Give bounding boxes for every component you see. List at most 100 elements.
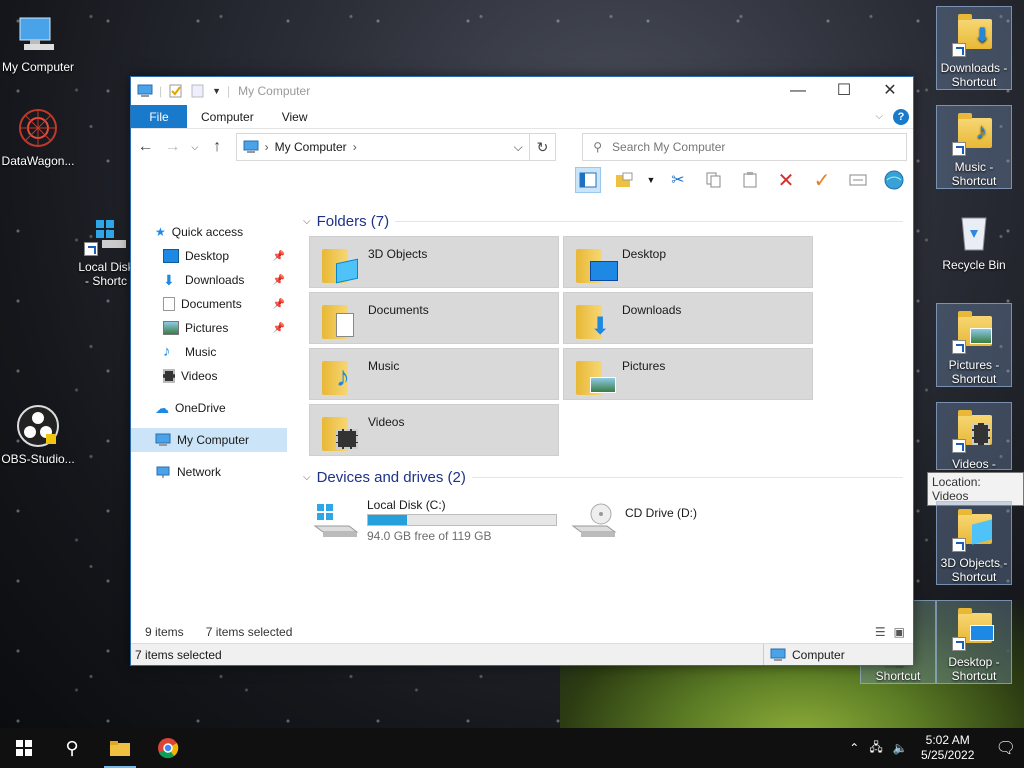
customize-toolbar-dropdown[interactable]: ▼ — [212, 86, 221, 96]
desktop-icon-obs[interactable]: OBS-Studio... — [0, 398, 76, 466]
desktop-icon-local-disk[interactable]: Local Disk - Shortc — [76, 206, 136, 288]
search-box[interactable]: ⚲ Search My Computer — [582, 133, 907, 161]
minimize-button[interactable]: — — [775, 77, 821, 105]
nav-item-music[interactable]: ♪ Music — [131, 340, 289, 364]
taskbar: ⚲ ⌃ 🖧 🔈 5:02 AM 5/25/2022 🗨 — [0, 728, 1024, 768]
desktop-icon-pictures-shortcut[interactable]: Pictures - Shortcut — [936, 303, 1012, 387]
dropdown-icon[interactable]: ▼ — [647, 167, 656, 193]
search-button[interactable]: ⚲ — [48, 728, 96, 768]
folder-name: Pictures — [622, 359, 666, 373]
notification-icon[interactable]: 🗨 — [996, 738, 1016, 758]
computer-icon — [155, 433, 171, 447]
drive-list: Local Disk (C:) 94.0 GB free of 119 GB C… — [297, 496, 913, 544]
nav-label: Videos — [181, 369, 218, 383]
navigation-pane: ★ Quick access Desktop 📌 ⬇ Downloads 📌 D… — [131, 204, 289, 621]
nav-label: Network — [177, 465, 222, 479]
group-header-devices[interactable]: ⌵ Devices and drives (2) — [297, 464, 913, 490]
address-bar[interactable]: › My Computer › ⌵ — [235, 133, 530, 161]
tab-computer[interactable]: Computer — [187, 105, 268, 128]
explorer-window: | ▼ | My Computer — ☐ ✕ File Computer Vi… — [130, 76, 914, 666]
folder-tile-documents[interactable]: Documents — [309, 292, 559, 344]
folder-tile-music[interactable]: ♪ Music — [309, 348, 559, 400]
desktop-icon-label: OBS-Studio... — [1, 452, 75, 466]
desktop-icon-3d-objects-shortcut[interactable]: 3D Objects - Shortcut — [936, 501, 1012, 585]
nav-onedrive[interactable]: ☁ OneDrive — [131, 396, 289, 420]
search-placeholder: Search My Computer — [612, 140, 726, 154]
film-icon — [163, 369, 175, 383]
desktop-icon-videos-shortcut[interactable]: Videos - — [936, 402, 1012, 471]
nav-item-downloads[interactable]: ⬇ Downloads 📌 — [131, 268, 289, 292]
maximize-button[interactable]: ☐ — [821, 77, 867, 105]
back-button[interactable]: ← — [137, 138, 154, 156]
expand-ribbon-icon[interactable]: ⌵ — [875, 111, 883, 122]
desktop-icon-music-shortcut[interactable]: ♪ Music - Shortcut — [936, 105, 1012, 189]
group-title: Devices and drives (2) — [316, 468, 466, 486]
drive-d[interactable]: CD Drive (D:) — [567, 496, 817, 544]
chevron-right-icon[interactable]: › — [353, 140, 357, 154]
preview-pane-button[interactable] — [575, 167, 601, 193]
close-button[interactable]: ✕ — [867, 77, 913, 105]
desktop-icon-downloads-shortcut[interactable]: ⬇ Downloads - Shortcut — [936, 6, 1012, 90]
tray-overflow-icon[interactable]: ⌃ — [849, 741, 859, 755]
properties-icon[interactable] — [168, 84, 184, 98]
drive-usage-bar — [367, 514, 557, 526]
desktop-icon-label: 3D Objects - Shortcut — [940, 556, 1008, 584]
nav-item-videos[interactable]: Videos — [131, 364, 289, 388]
tab-view[interactable]: View — [268, 105, 322, 128]
new-folder-button[interactable] — [611, 167, 637, 193]
desktop-icon-recycle-bin[interactable]: Recycle Bin — [936, 204, 1012, 272]
system-tray: ⌃ 🖧 🔈 5:02 AM 5/25/2022 🗨 — [849, 733, 1024, 763]
folder-tile-3d-objects[interactable]: 3D Objects — [309, 236, 559, 288]
address-dropdown-icon[interactable]: ⌵ — [514, 140, 523, 155]
drive-c[interactable]: Local Disk (C:) 94.0 GB free of 119 GB — [309, 496, 559, 544]
refresh-button[interactable]: ↻ — [529, 133, 557, 161]
tab-file[interactable]: File — [131, 105, 187, 128]
group-header-folders[interactable]: ⌵ Folders (7) — [297, 208, 913, 234]
command-toolbar: ▼ ✂ ✕ ✓ — [131, 165, 913, 195]
up-button[interactable]: ↑ — [209, 138, 226, 156]
help-icon[interactable]: ? — [893, 108, 909, 125]
nav-item-pictures[interactable]: Pictures 📌 — [131, 316, 289, 340]
desktop-icon-desktop-shortcut[interactable]: Desktop - Shortcut — [936, 600, 1012, 684]
taskbar-file-explorer[interactable] — [96, 728, 144, 768]
details-selected: 7 items selected — [135, 647, 222, 662]
network-icon[interactable]: 🖧 — [869, 738, 882, 759]
recent-locations-dropdown[interactable]: ⌵ — [191, 142, 199, 153]
group-title: Folders (7) — [316, 212, 390, 230]
cut-icon[interactable]: ✂ — [665, 167, 691, 193]
checkmark-icon[interactable]: ✓ — [809, 167, 835, 193]
nav-item-desktop[interactable]: Desktop 📌 — [131, 244, 289, 268]
delete-icon[interactable]: ✕ — [773, 167, 799, 193]
desktop-icon-my-computer[interactable]: My Computer — [0, 6, 76, 74]
desktop-icon-datawagon[interactable]: DataWagon... — [0, 100, 76, 168]
copy-icon[interactable] — [701, 167, 727, 193]
collapse-chevron-icon[interactable]: ⌵ — [303, 472, 311, 483]
globe-icon[interactable] — [881, 167, 907, 193]
folder-tile-downloads[interactable]: ⬇ Downloads — [563, 292, 813, 344]
folder-tile-desktop[interactable]: Desktop — [563, 236, 813, 288]
start-button[interactable] — [0, 728, 48, 768]
paste-icon[interactable] — [737, 167, 763, 193]
desktop-icon-label: My Computer — [1, 60, 75, 74]
volume-icon[interactable]: 🔈 — [893, 741, 908, 755]
taskbar-chrome[interactable] — [144, 728, 192, 768]
desktop-folder-icon — [574, 243, 618, 283]
new-folder-icon[interactable] — [190, 84, 206, 98]
large-icons-view-icon[interactable]: ▣ — [894, 625, 905, 639]
3d-objects-folder-icon — [320, 243, 358, 284]
clock[interactable]: 5:02 AM 5/25/2022 — [918, 733, 978, 763]
nav-item-documents[interactable]: Documents 📌 — [131, 292, 289, 316]
rename-icon[interactable] — [845, 167, 871, 193]
datawagon-icon — [16, 106, 60, 150]
nav-network[interactable]: Network — [131, 460, 289, 484]
nav-quick-access[interactable]: ★ Quick access — [131, 220, 289, 244]
document-icon — [163, 297, 175, 311]
folder-tile-videos[interactable]: Videos — [309, 404, 559, 456]
3d-objects-folder-icon — [952, 508, 996, 552]
collapse-chevron-icon[interactable]: ⌵ — [303, 216, 311, 227]
details-view-icon[interactable]: ☰ — [875, 625, 886, 639]
separator: | — [227, 84, 231, 98]
forward-button[interactable]: → — [164, 138, 181, 156]
nav-my-computer[interactable]: My Computer — [131, 428, 287, 452]
folder-tile-pictures[interactable]: Pictures — [563, 348, 813, 400]
